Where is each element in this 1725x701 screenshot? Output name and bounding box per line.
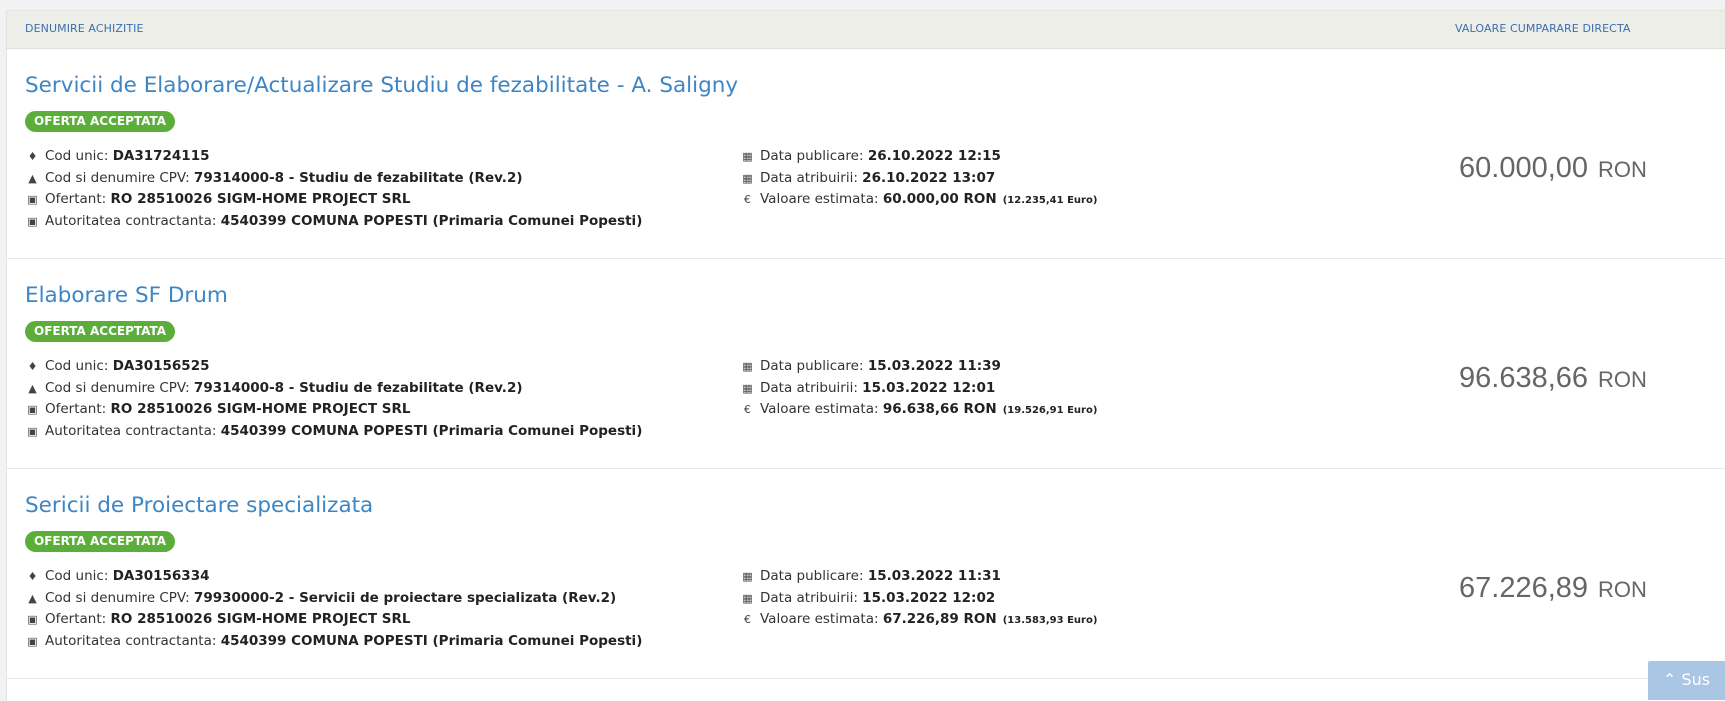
data-atribuirii-value: 15.03.2022 12:01 [862, 379, 996, 396]
autoritate-label: Autoritatea contractanta: [45, 632, 217, 649]
direct-purchase-value: 60.000,00 RON [1459, 152, 1647, 184]
data-publicare-value: 15.03.2022 11:31 [867, 568, 1001, 584]
scroll-top-button[interactable]: ⌃ Sus [1648, 661, 1725, 700]
briefcase-icon: ▣ [27, 214, 38, 228]
currency: RON [1598, 157, 1647, 182]
cod-unic-value: DA30156525 [112, 358, 210, 374]
currency: RON [1598, 577, 1647, 602]
calendar-icon: ▦ [742, 171, 753, 185]
status-badge: OFERTA ACCEPTATA [25, 111, 176, 132]
cpv-label: Cod si denumire CPV: [45, 589, 190, 606]
tag-icon: ♦ [27, 360, 38, 373]
cod-unic-label: Cod unic: [45, 568, 109, 584]
acquisition-row: Elaborare SF Drum OFERTA ACCEPTATA ♦ Cod … [7, 259, 1725, 469]
data-atribuirii-label: Data atribuirii: [760, 589, 858, 606]
data-atribuirii-label: Data atribuirii: [760, 379, 858, 396]
ofertant-label: Ofertant: [45, 401, 107, 417]
details-left: ♦ Cod unic: DA30156334 ▲ Cod si denumire C… [25, 566, 642, 652]
direct-purchase-value: 96.638,66 RON [1459, 362, 1647, 394]
cod-unic-label: Cod unic: [45, 148, 109, 164]
data-publicare-label: Data publicare: [760, 568, 864, 584]
status-badge: OFERTA ACCEPTATA [25, 321, 176, 342]
briefcase-icon: ▣ [27, 613, 38, 626]
acquisitions-panel: DENUMIRE ACHIZITIE VALOARE CUMPARARE DIR… [6, 10, 1725, 701]
autoritate-label: Autoritatea contractanta: [45, 212, 217, 229]
details-right: ▦ Data publicare: 15.03.2022 11:39 ▦ Data … [740, 356, 1097, 422]
euro-icon: € [744, 193, 751, 206]
ofertant-label: Ofertant: [45, 611, 107, 627]
euro-icon: € [744, 403, 751, 416]
details-left: ♦ Cod unic: DA30156525 ▲ Cod si denumire C… [25, 356, 642, 442]
acquisition-title-link[interactable]: Servicii de Elaborare/Actualizare Studiu… [25, 73, 738, 98]
cpv-label: Cod si denumire CPV: [45, 169, 190, 186]
direct-purchase-value: 67.226,89 RON [1459, 572, 1647, 604]
tag-icon: ♦ [27, 570, 38, 583]
cpv-value: 79314000-8 - Studiu de fezabilitate (Rev… [193, 169, 523, 186]
ofertant-value: RO 28510026 SIGM-HOME PROJECT SRL [110, 611, 411, 627]
calendar-icon: ▦ [742, 150, 753, 163]
calendar-icon: ▦ [742, 360, 753, 373]
status-badge: OFERTA ACCEPTATA [25, 531, 176, 552]
cpv-value: 79930000-2 - Servicii de proiectare spec… [193, 589, 617, 606]
cod-unic-value: DA31724115 [112, 148, 210, 164]
cpv-value: 79314000-8 - Studiu de fezabilitate (Rev… [193, 379, 523, 396]
briefcase-icon: ▣ [27, 424, 38, 438]
calendar-icon: ▦ [742, 570, 753, 583]
acquisition-row: Servicii de Elaborare/Actualizare Studiu… [7, 49, 1725, 259]
valoare-estimata-value: 67.226,89 RON [882, 611, 997, 627]
chevron-up-icon: ⌃ [1662, 670, 1677, 689]
autoritate-label: Autoritatea contractanta: [45, 422, 217, 439]
data-atribuirii-value: 26.10.2022 13:07 [862, 169, 996, 186]
cod-unic-value: DA30156334 [112, 568, 210, 584]
currency: RON [1598, 367, 1647, 392]
autoritate-value: 4540399 COMUNA POPESTI (Primaria Comunei… [220, 632, 643, 649]
valoare-estimata-label: Valoare estimata: [760, 611, 879, 627]
ofertant-label: Ofertant: [45, 191, 107, 207]
data-publicare-label: Data publicare: [760, 148, 864, 164]
data-atribuirii-label: Data atribuirii: [760, 169, 858, 186]
details-left: ♦ Cod unic: DA31724115 ▲ Cod si denumire C… [25, 146, 642, 232]
ofertant-value: RO 28510026 SIGM-HOME PROJECT SRL [110, 401, 411, 417]
briefcase-icon: ▣ [27, 403, 38, 416]
valoare-estimata-value: 96.638,66 RON [882, 401, 997, 417]
autoritate-value: 4540399 COMUNA POPESTI (Primaria Comunei… [220, 212, 643, 229]
sitemap-icon: ▲ [28, 381, 37, 395]
scroll-top-label: Sus [1681, 670, 1711, 689]
data-publicare-value: 26.10.2022 12:15 [867, 148, 1001, 164]
column-header-name: DENUMIRE ACHIZITIE [25, 22, 144, 35]
valoare-estimata-label: Valoare estimata: [760, 401, 879, 417]
calendar-icon: ▦ [742, 381, 753, 395]
valoare-euro: (19.526,91 Euro) [1002, 405, 1098, 416]
valoare-euro: (12.235,41 Euro) [1002, 195, 1098, 206]
data-publicare-label: Data publicare: [760, 358, 864, 374]
autoritate-value: 4540399 COMUNA POPESTI (Primaria Comunei… [220, 422, 643, 439]
ofertant-value: RO 28510026 SIGM-HOME PROJECT SRL [110, 191, 411, 207]
valoare-euro: (13.583,93 Euro) [1002, 615, 1098, 626]
valoare-estimata-label: Valoare estimata: [760, 191, 879, 207]
data-atribuirii-value: 15.03.2022 12:02 [862, 589, 996, 606]
table-header: DENUMIRE ACHIZITIE VALOARE CUMPARARE DIR… [7, 11, 1725, 49]
briefcase-icon: ▣ [27, 193, 38, 206]
calendar-icon: ▦ [742, 591, 753, 605]
briefcase-icon: ▣ [27, 634, 38, 648]
cod-unic-label: Cod unic: [45, 358, 109, 374]
details-right: ▦ Data publicare: 15.03.2022 11:31 ▦ Data … [740, 566, 1097, 632]
details-right: ▦ Data publicare: 26.10.2022 12:15 ▦ Data … [740, 146, 1097, 212]
sitemap-icon: ▲ [28, 171, 37, 185]
data-publicare-value: 15.03.2022 11:39 [867, 358, 1001, 374]
acquisition-title-link[interactable]: Sericii de Proiectare specializata [25, 493, 373, 518]
acquisition-title-link[interactable]: Elaborare SF Drum [25, 283, 228, 308]
sitemap-icon: ▲ [28, 591, 37, 605]
euro-icon: € [744, 613, 751, 626]
acquisition-row: Sericii de Proiectare specializata OFERT… [7, 469, 1725, 679]
cpv-label: Cod si denumire CPV: [45, 379, 190, 396]
column-header-value: VALOARE CUMPARARE DIRECTA [1455, 22, 1631, 35]
valoare-estimata-value: 60.000,00 RON [882, 191, 997, 207]
tag-icon: ♦ [27, 150, 38, 163]
